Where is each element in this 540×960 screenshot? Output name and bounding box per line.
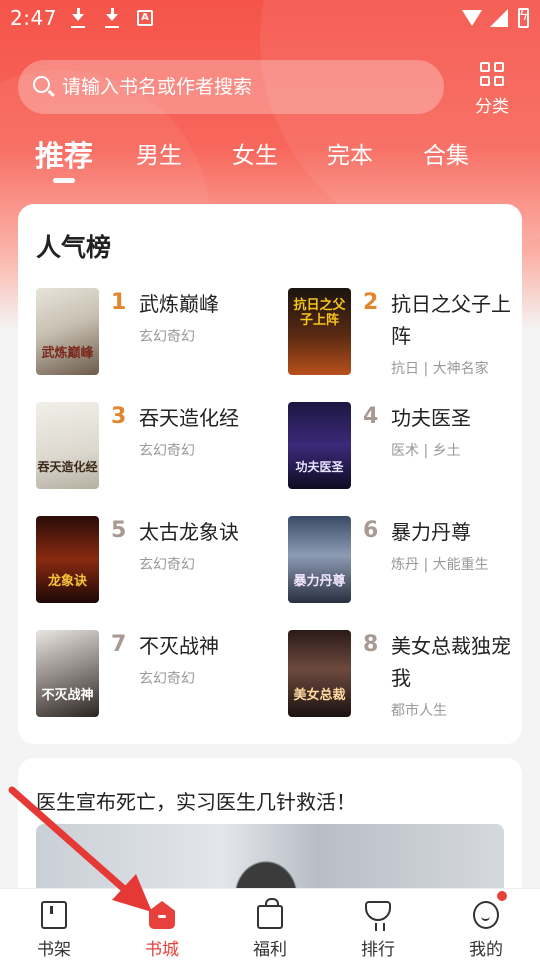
nav-profile[interactable]: 我的 <box>446 889 526 960</box>
book-item[interactable]: 功夫医圣 4 功夫医圣 医术 | 乡土 <box>288 402 528 512</box>
tab-recommend[interactable]: 推荐 <box>33 134 95 183</box>
a-notification-icon: A <box>137 10 153 26</box>
book-title: 太古龙象诀 <box>139 520 239 544</box>
book-title: 不灭战神 <box>139 634 219 658</box>
book-cover: 吞天造化经 <box>36 402 99 489</box>
search-icon <box>33 76 50 93</box>
status-bar: 2:47 A <box>0 0 540 38</box>
grid-icon <box>480 62 504 86</box>
article-headline: 医生宣布死亡，实习医生几针救活！ <box>36 790 356 814</box>
nav-welfare[interactable]: 福利 <box>230 889 310 960</box>
trophy-icon <box>365 901 391 931</box>
tab-collections[interactable]: 合集 <box>418 134 474 182</box>
nav-bookshelf[interactable]: 书架 <box>14 889 94 960</box>
rank-number: 4 <box>363 404 379 429</box>
book-cover: 龙象诀 <box>36 516 99 603</box>
book-tags: 都市人生 <box>391 703 447 719</box>
rank-number: 7 <box>111 632 127 657</box>
bottom-navigation: 书架 书城 福利 排行 我的 <box>0 888 540 960</box>
tab-female[interactable]: 女生 <box>227 134 283 182</box>
download-icon <box>104 8 120 28</box>
category-label: 分类 <box>475 97 509 117</box>
rank-number: 8 <box>363 632 379 657</box>
book-item[interactable]: 抗日之父子上阵 2 抗日之父子上阵 抗日 | 大神名家 <box>288 288 528 398</box>
nav-ranking[interactable]: 排行 <box>338 889 418 960</box>
popular-ranking-card: 人气榜 武炼巅峰 1 武炼巅峰 玄幻奇幻 抗日之父子上阵 2 抗日之父子上阵 抗… <box>18 204 522 744</box>
book-tags: 抗日 | 大神名家 <box>391 361 489 377</box>
book-tags: 炼丹 | 大能重生 <box>391 557 489 573</box>
book-item[interactable]: 不灭战神 7 不灭战神 玄幻奇幻 <box>36 630 276 740</box>
rank-number: 5 <box>111 518 127 543</box>
rank-number: 6 <box>363 518 379 543</box>
bookstore-home-icon <box>149 901 175 929</box>
search-bar[interactable] <box>18 60 444 114</box>
bookshelf-icon <box>41 901 67 929</box>
book-title: 武炼巅峰 <box>139 292 219 316</box>
rank-number: 2 <box>363 290 379 315</box>
book-item[interactable]: 暴力丹尊 6 暴力丹尊 炼丹 | 大能重生 <box>288 516 528 626</box>
book-item[interactable]: 美女总裁 8 美女总裁独宠我 都市人生 <box>288 630 528 740</box>
signal-icon <box>490 9 508 27</box>
book-title: 吞天造化经 <box>139 406 239 430</box>
book-cover: 武炼巅峰 <box>36 288 99 375</box>
active-tab-indicator <box>53 178 75 183</box>
book-item[interactable]: 吞天造化经 3 吞天造化经 玄幻奇幻 <box>36 402 276 512</box>
rank-number: 3 <box>111 404 127 429</box>
book-cover: 抗日之父子上阵 <box>288 288 351 375</box>
book-tags: 玄幻奇幻 <box>139 329 195 345</box>
nav-bookstore[interactable]: 书城 <box>122 889 202 960</box>
tab-male[interactable]: 男生 <box>131 134 187 182</box>
download-icon <box>70 8 86 28</box>
gift-icon <box>257 898 283 929</box>
search-input[interactable] <box>62 60 432 114</box>
book-item[interactable]: 龙象诀 5 太古龙象诀 玄幻奇幻 <box>36 516 276 626</box>
ranking-title: 人气榜 <box>36 233 112 262</box>
wifi-icon <box>462 10 482 26</box>
book-title: 抗日之父子上阵 <box>391 292 511 348</box>
book-title: 功夫医圣 <box>391 406 471 430</box>
book-title: 暴力丹尊 <box>391 520 471 544</box>
tab-completed[interactable]: 完本 <box>322 134 378 182</box>
book-tags: 玄幻奇幻 <box>139 557 195 573</box>
notification-badge <box>497 891 507 901</box>
book-tags: 玄幻奇幻 <box>139 443 195 459</box>
book-cover: 美女总裁 <box>288 630 351 717</box>
profile-icon <box>473 901 499 929</box>
book-title: 美女总裁独宠我 <box>391 634 511 690</box>
book-cover: 不灭战神 <box>36 630 99 717</box>
channel-tabs: 推荐 男生 女生 完本 合集 <box>0 134 540 186</box>
book-cover: 功夫医圣 <box>288 402 351 489</box>
book-tags: 玄幻奇幻 <box>139 671 195 687</box>
status-time: 2:47 <box>10 6 57 30</box>
battery-charging-icon <box>518 8 529 28</box>
book-tags: 医术 | 乡土 <box>391 443 461 459</box>
book-cover: 暴力丹尊 <box>288 516 351 603</box>
category-button[interactable]: 分类 <box>468 60 516 117</box>
book-item[interactable]: 武炼巅峰 1 武炼巅峰 玄幻奇幻 <box>36 288 276 398</box>
rank-number: 1 <box>111 290 127 315</box>
